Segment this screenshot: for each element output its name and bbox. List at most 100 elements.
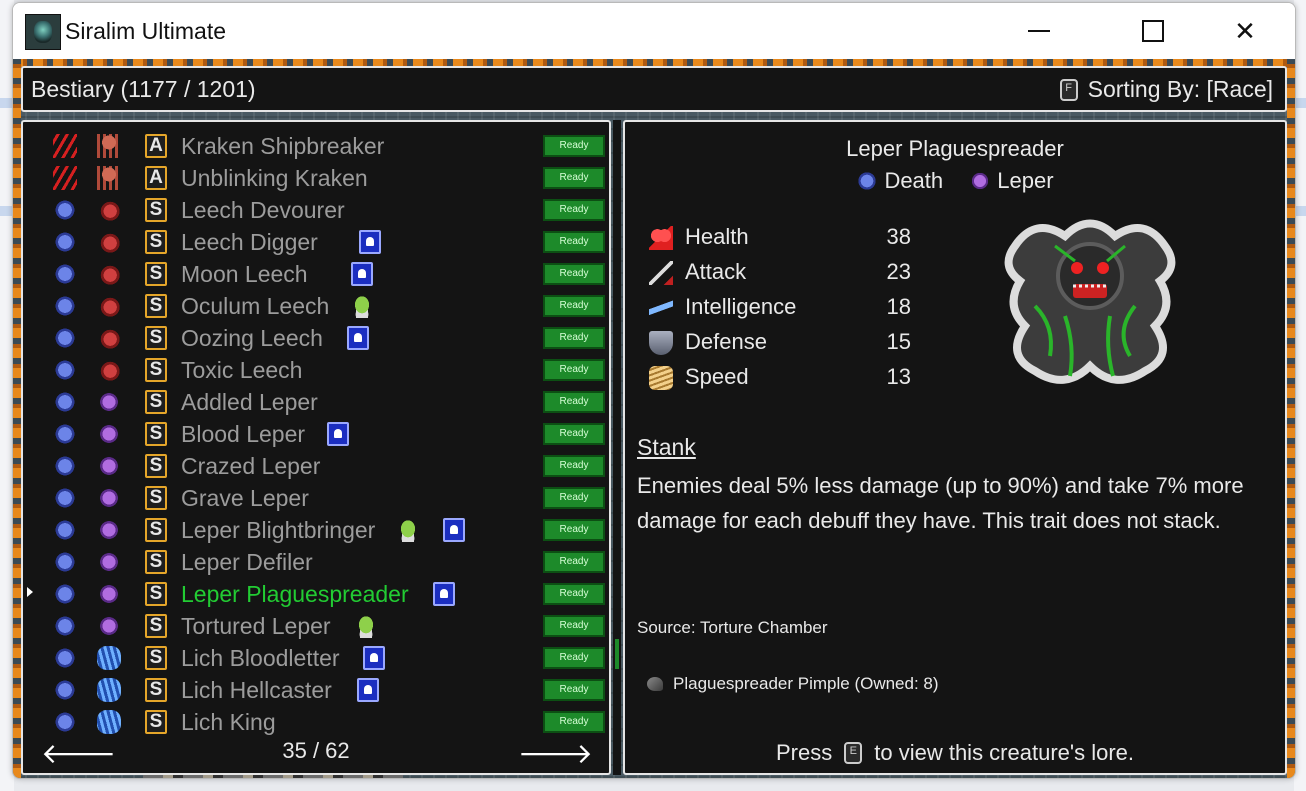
list-item[interactable]: A Kraken Shipbreaker Ready	[23, 130, 609, 162]
leech-race-icon	[97, 294, 121, 318]
list-item[interactable]: S Crazed Leper Ready	[23, 450, 609, 482]
key-e-icon[interactable]: E	[844, 742, 863, 764]
list-item[interactable]: S Lich Hellcaster Ready	[23, 674, 609, 706]
title-bar[interactable]: Siralim Ultimate ✕	[13, 3, 1295, 59]
game-window: Siralim Ultimate ✕ Bestiary (1177 / 1201…	[12, 2, 1296, 779]
ready-badge[interactable]: Ready	[543, 263, 605, 285]
list-item[interactable]: S Lich Bloodletter Ready	[23, 642, 609, 674]
ready-badge[interactable]: Ready	[543, 231, 605, 253]
creature-list-name: Moon Leech	[181, 261, 308, 287]
list-scrollbar[interactable]	[613, 120, 621, 775]
leper-race-icon	[97, 486, 121, 510]
creature-type-icon: S	[145, 198, 167, 222]
leper-race-icon	[969, 170, 992, 192]
trait-name: Stank	[637, 434, 696, 460]
ready-badge[interactable]: Ready	[543, 583, 605, 605]
list-item[interactable]: S Moon Leech Ready	[23, 258, 609, 290]
leech-race-icon	[97, 230, 121, 254]
death-class-icon	[856, 170, 879, 192]
list-item[interactable]: S Grave Leper Ready	[23, 482, 609, 514]
stat-row: Intelligence 18	[649, 292, 911, 324]
death-class-icon	[53, 326, 77, 350]
death-class-icon	[53, 646, 77, 670]
ready-badge[interactable]: Ready	[543, 519, 605, 541]
card-icon	[327, 422, 349, 446]
creature-type-icon: S	[145, 646, 167, 670]
list-item[interactable]: S Leech Digger Ready	[23, 226, 609, 258]
next-page-arrow-icon[interactable]: 🡒	[518, 736, 593, 770]
list-item[interactable]: S Lich King Ready	[23, 706, 609, 738]
creature-list-name: Kraken Shipbreaker	[181, 133, 385, 159]
minimize-button[interactable]	[993, 3, 1085, 59]
creature-type-icon: S	[145, 582, 167, 606]
maximize-button[interactable]	[1107, 3, 1199, 59]
list-item[interactable]: S Leper Defiler Ready	[23, 546, 609, 578]
card-icon	[433, 582, 455, 606]
creature-type-icon: S	[145, 294, 167, 318]
creature-type-icon: S	[145, 710, 167, 734]
stat-value: 38	[886, 224, 911, 249]
sort-label: Sorting By: [Race]	[1087, 76, 1273, 102]
creature-list-name: Lich Bloodletter	[181, 645, 340, 671]
list-item[interactable]: S Leech Devourer Ready	[23, 194, 609, 226]
death-class-icon	[53, 614, 77, 638]
creature-type-icon: S	[145, 390, 167, 414]
floor-decor	[143, 775, 403, 778]
ready-badge[interactable]: Ready	[543, 455, 605, 477]
list-item[interactable]: S Leper Plaguespreader Ready	[23, 578, 609, 610]
minimize-icon	[1028, 30, 1050, 32]
list-item[interactable]: S Leper Blightbringer Ready	[23, 514, 609, 546]
ready-badge[interactable]: Ready	[543, 391, 605, 413]
ready-badge[interactable]: Ready	[543, 423, 605, 445]
ready-badge[interactable]: Ready	[543, 487, 605, 509]
list-item[interactable]: A Unblinking Kraken Ready	[23, 162, 609, 194]
ready-badge[interactable]: Ready	[543, 167, 605, 189]
leper-race-icon	[97, 614, 121, 638]
list-item[interactable]: S Oozing Leech Ready	[23, 322, 609, 354]
list-scroll-thumb[interactable]	[615, 639, 619, 669]
list-item[interactable]: S Blood Leper Ready	[23, 418, 609, 450]
ready-badge[interactable]: Ready	[543, 615, 605, 637]
key-f-icon: F	[1059, 78, 1078, 101]
stat-value: 23	[886, 259, 911, 284]
sort-control[interactable]: F Sorting By: [Race]	[1059, 76, 1273, 103]
ready-badge[interactable]: Ready	[543, 647, 605, 669]
bestiary-title: Bestiary (1177 / 1201)	[31, 76, 256, 102]
creature-tags: Death Leper	[625, 168, 1285, 198]
list-item[interactable]: S Toxic Leech Ready	[23, 354, 609, 386]
bestiary-header: Bestiary (1177 / 1201) F Sorting By: [Ra…	[21, 66, 1287, 112]
stat-label: Defense	[685, 329, 767, 354]
death-class-icon	[53, 230, 77, 254]
shield-icon	[649, 331, 673, 355]
list-item[interactable]: S Oculum Leech Ready	[23, 290, 609, 322]
list-item[interactable]: S Tortured Leper Ready	[23, 610, 609, 642]
stat-value: 18	[886, 294, 911, 319]
leech-race-icon	[97, 326, 121, 350]
claw-class-icon	[53, 134, 77, 158]
creature-name: Leper Plaguespreader	[846, 136, 1064, 161]
close-button[interactable]: ✕	[1199, 3, 1291, 59]
ready-badge[interactable]: Ready	[543, 711, 605, 733]
ready-badge[interactable]: Ready	[543, 199, 605, 221]
stat-value: 15	[886, 329, 911, 354]
card-icon	[351, 262, 373, 286]
trait-description: Enemies deal 5% less damage (up to 90%) …	[637, 473, 1244, 533]
ready-badge[interactable]: Ready	[543, 679, 605, 701]
creature-type-icon: S	[145, 262, 167, 286]
creature-list-name: Oculum Leech	[181, 293, 330, 319]
ready-badge[interactable]: Ready	[543, 295, 605, 317]
stat-row: Defense 15	[649, 327, 911, 359]
ready-badge[interactable]: Ready	[543, 359, 605, 381]
creature-type-icon: S	[145, 454, 167, 478]
window-title: Siralim Ultimate	[65, 18, 227, 44]
ready-badge[interactable]: Ready	[543, 135, 605, 157]
list-item[interactable]: S Addled Leper Ready	[23, 386, 609, 418]
stat-label: Intelligence	[685, 294, 797, 319]
maximize-icon	[1142, 20, 1164, 42]
leech-race-icon	[97, 198, 121, 222]
creature-list-name: Lich King	[181, 709, 276, 735]
death-class-icon	[53, 262, 77, 286]
ready-badge[interactable]: Ready	[543, 551, 605, 573]
creature-type-icon: A	[145, 134, 167, 158]
ready-badge[interactable]: Ready	[543, 327, 605, 349]
